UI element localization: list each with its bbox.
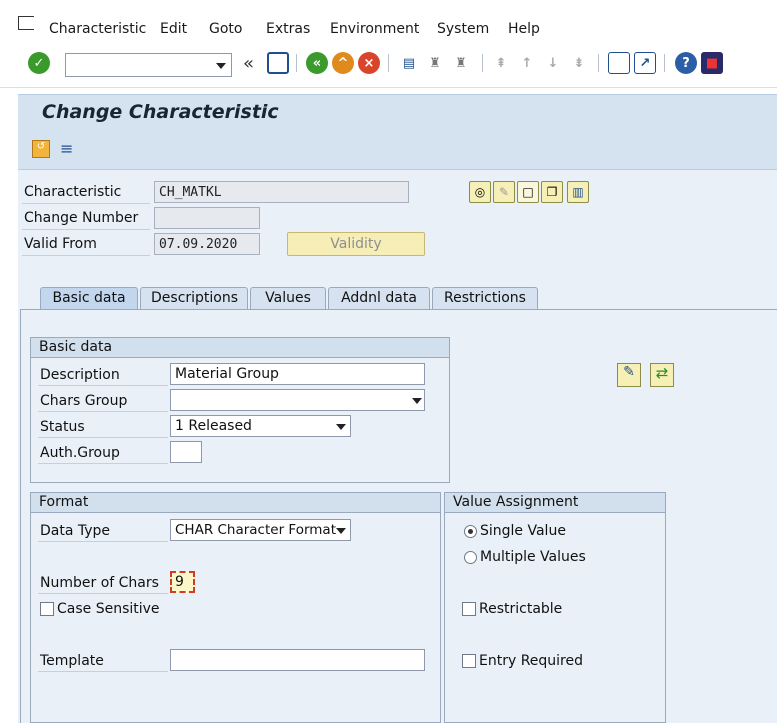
status-value: 1 Released xyxy=(175,418,252,434)
delete-trash-icon[interactable]: ▥ xyxy=(567,181,589,203)
number-of-chars-input[interactable]: 9 xyxy=(170,571,195,593)
number-of-chars-label: Number of Chars xyxy=(40,575,159,591)
command-dropdown-icon[interactable] xyxy=(216,63,226,69)
characteristic-label: Characteristic xyxy=(24,184,122,200)
find-next-icon[interactable]: ♜ xyxy=(450,52,472,74)
first-page-icon[interactable]: ⇞ xyxy=(490,52,512,74)
switch-icon[interactable]: ⇄ xyxy=(650,363,674,387)
case-sensitive-checkbox[interactable] xyxy=(40,602,54,616)
command-field[interactable] xyxy=(65,53,232,77)
single-value-radio[interactable] xyxy=(464,525,477,538)
menu-bar: Characteristic Edit Goto Extras Environm… xyxy=(0,0,777,44)
menu-extras[interactable]: Extras xyxy=(266,21,310,37)
entry-required-checkbox[interactable] xyxy=(462,654,476,668)
menu-goto[interactable]: Goto xyxy=(209,21,242,37)
other-characteristic-icon[interactable]: ↺ xyxy=(32,140,50,158)
collapse-command-icon[interactable]: « xyxy=(243,53,254,74)
chars-group-select[interactable] xyxy=(170,389,425,411)
tab-values[interactable]: Values xyxy=(250,287,326,309)
application-toolbar: ↺ ≡ xyxy=(18,130,777,170)
save-icon[interactable] xyxy=(267,52,289,74)
format-title: Format xyxy=(31,493,440,513)
menu-edit[interactable]: Edit xyxy=(160,21,187,37)
template-label: Template xyxy=(40,653,104,669)
print-icon[interactable]: ▤ xyxy=(398,52,420,74)
last-page-icon[interactable]: ⇟ xyxy=(568,52,590,74)
next-page-icon[interactable]: ↓ xyxy=(542,52,564,74)
menu-help[interactable]: Help xyxy=(508,21,540,37)
single-value-label: Single Value xyxy=(480,523,566,539)
tab-restrictions[interactable]: Restrictions xyxy=(432,287,538,309)
description-input[interactable]: Material Group xyxy=(170,363,425,385)
menu-characteristic[interactable]: Characteristic xyxy=(49,21,146,37)
shortcut-icon[interactable]: ↗ xyxy=(634,52,656,74)
change-number-label: Change Number xyxy=(24,210,139,226)
hierarchy-icon[interactable]: ≡ xyxy=(60,139,73,158)
description-label: Description xyxy=(40,367,120,383)
copy-icon[interactable]: ❐ xyxy=(541,181,563,203)
edit-pencil-icon[interactable]: ✎ xyxy=(493,181,515,203)
previous-page-icon[interactable]: ↑ xyxy=(516,52,538,74)
multiple-values-label: Multiple Values xyxy=(480,549,586,565)
exit-icon[interactable]: ^ xyxy=(332,52,354,74)
tab-addnl-data[interactable]: Addnl data xyxy=(328,287,430,309)
status-label: Status xyxy=(40,419,85,435)
menu-toggle-icon[interactable] xyxy=(18,16,34,30)
restrictable-checkbox[interactable] xyxy=(462,602,476,616)
data-type-label: Data Type xyxy=(40,523,111,539)
case-sensitive-label: Case Sensitive xyxy=(57,601,160,617)
data-type-select[interactable]: CHAR Character Format xyxy=(170,519,351,541)
menu-system[interactable]: System xyxy=(437,21,489,37)
tab-descriptions[interactable]: Descriptions xyxy=(140,287,248,309)
create-new-icon[interactable]: □ xyxy=(517,181,539,203)
help-icon[interactable]: ? xyxy=(675,52,697,74)
title-bar: Change Characteristic xyxy=(18,94,777,130)
enter-check-icon[interactable]: ✓ xyxy=(28,52,50,74)
cancel-icon[interactable]: × xyxy=(358,52,380,74)
change-number-field[interactable] xyxy=(154,207,260,229)
auth-group-input[interactable] xyxy=(170,441,202,463)
multiple-values-radio[interactable] xyxy=(464,551,477,564)
chars-group-dropdown-icon[interactable] xyxy=(412,398,422,404)
back-icon[interactable]: « xyxy=(306,52,328,74)
chars-group-label: Chars Group xyxy=(40,393,128,409)
restrictable-label: Restrictable xyxy=(479,601,563,617)
create-session-icon[interactable] xyxy=(608,52,630,74)
edit-text-icon[interactable]: ✎ xyxy=(617,363,641,387)
customize-layout-icon[interactable]: ■ xyxy=(701,52,723,74)
valid-from-label: Valid From xyxy=(24,236,97,252)
entry-required-label: Entry Required xyxy=(479,653,584,669)
basic-data-title: Basic data xyxy=(31,338,449,358)
data-type-dropdown-icon[interactable] xyxy=(336,528,346,534)
menu-environment[interactable]: Environment xyxy=(330,21,419,37)
auth-group-label: Auth.Group xyxy=(40,445,120,461)
status-dropdown-icon[interactable] xyxy=(336,424,346,430)
data-type-value: CHAR Character Format xyxy=(175,522,336,538)
display-glasses-icon[interactable]: ◎ xyxy=(469,181,491,203)
page-title: Change Characteristic xyxy=(42,101,279,123)
valid-from-field[interactable]: 07.09.2020 xyxy=(154,233,260,255)
validity-button[interactable]: Validity xyxy=(287,232,425,256)
tab-basic-data[interactable]: Basic data xyxy=(40,287,138,309)
characteristic-field[interactable]: CH_MATKL xyxy=(154,181,409,203)
status-select[interactable]: 1 Released xyxy=(170,415,351,437)
template-input[interactable] xyxy=(170,649,425,671)
value-assignment-title: Value Assignment xyxy=(445,493,665,513)
find-icon[interactable]: ♜ xyxy=(424,52,446,74)
